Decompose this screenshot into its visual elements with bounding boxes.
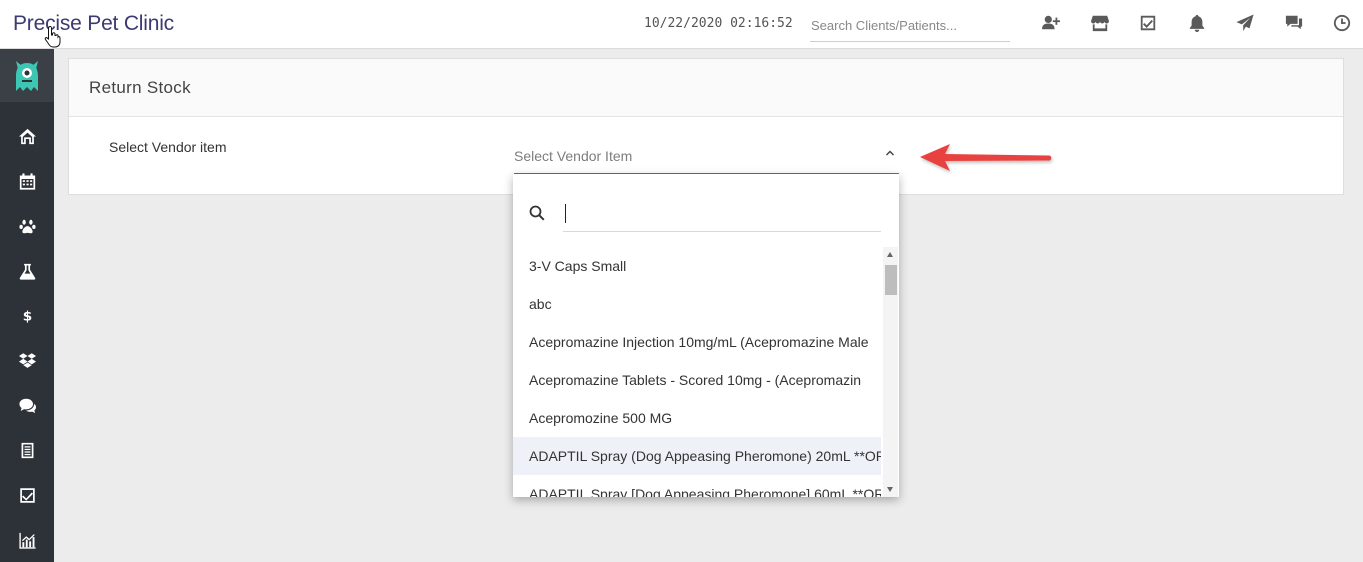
checklist-icon[interactable] [1124,10,1173,36]
dropdown-options-list: 3-V Caps Small abc Acepromazine Injection … [513,247,881,497]
add-user-icon[interactable] [1027,10,1076,36]
chart-icon[interactable] [0,520,54,560]
dropdown-search-input[interactable] [563,198,881,232]
chat-icon[interactable] [1270,10,1319,36]
sidebar: $ [0,49,54,562]
ledger-icon[interactable] [0,430,54,470]
clock-icon[interactable] [1318,10,1363,36]
paw-icon[interactable] [0,206,54,246]
dropdown-option[interactable]: Acepromazine Tablets - Scored 10mg - (Ac… [513,361,881,399]
toolbar-icons [1027,10,1363,36]
comments-icon[interactable] [0,385,54,425]
checkbox-icon[interactable] [0,475,54,515]
select-placeholder: Select Vendor Item [514,148,633,164]
dropbox-icon[interactable] [0,340,54,380]
datetime-display: 10/22/2020 02:16:52 [644,16,793,31]
monster-logo-icon[interactable] [0,49,54,102]
svg-text:$: $ [22,308,31,323]
calendar-icon[interactable] [0,161,54,201]
vendor-item-label: Select Vendor item [109,139,227,155]
hand-cursor-icon [44,26,61,48]
dropdown-option[interactable]: Acepromazine Injection 10mg/mL (Aceproma… [513,323,881,361]
flask-icon[interactable] [0,251,54,291]
dropdown-option[interactable]: ADAPTIL Spray (Dog Appeasing Pheromone) … [513,437,881,475]
scroll-down-icon[interactable] [887,487,893,492]
send-icon[interactable] [1221,10,1270,36]
card-header: Return Stock [69,59,1343,117]
client-patient-search-input[interactable] [810,10,1010,42]
text-caret [565,204,566,223]
page-title: Return Stock [89,77,191,97]
chevron-up-icon[interactable] [885,148,895,158]
search-icon [529,205,545,221]
dropdown-scrollbar[interactable] [883,247,898,497]
annotation-arrow-icon [920,144,1052,171]
brand-title[interactable]: Precise Pet Clinic [13,12,174,36]
dropdown-option[interactable]: Acepromozine 500 MG [513,399,881,437]
vendor-item-dropdown: 3-V Caps Small abc Acepromazine Injection … [513,174,899,497]
scroll-up-icon[interactable] [887,252,893,257]
dropdown-option[interactable]: ADAPTIL Spray [Dog Appeasing Pheromone] … [513,475,881,497]
vendor-item-select[interactable]: Select Vendor Item [514,143,899,175]
bell-icon[interactable] [1173,10,1222,36]
top-bar: Precise Pet Clinic 10/22/2020 02:16:52 [0,0,1363,49]
home-icon[interactable] [0,116,54,156]
store-icon[interactable] [1076,10,1125,36]
dropdown-option[interactable]: abc [513,285,881,323]
dollar-icon[interactable]: $ [0,295,54,335]
dropdown-option[interactable]: 3-V Caps Small [513,247,881,285]
scroll-thumb[interactable] [885,265,897,295]
